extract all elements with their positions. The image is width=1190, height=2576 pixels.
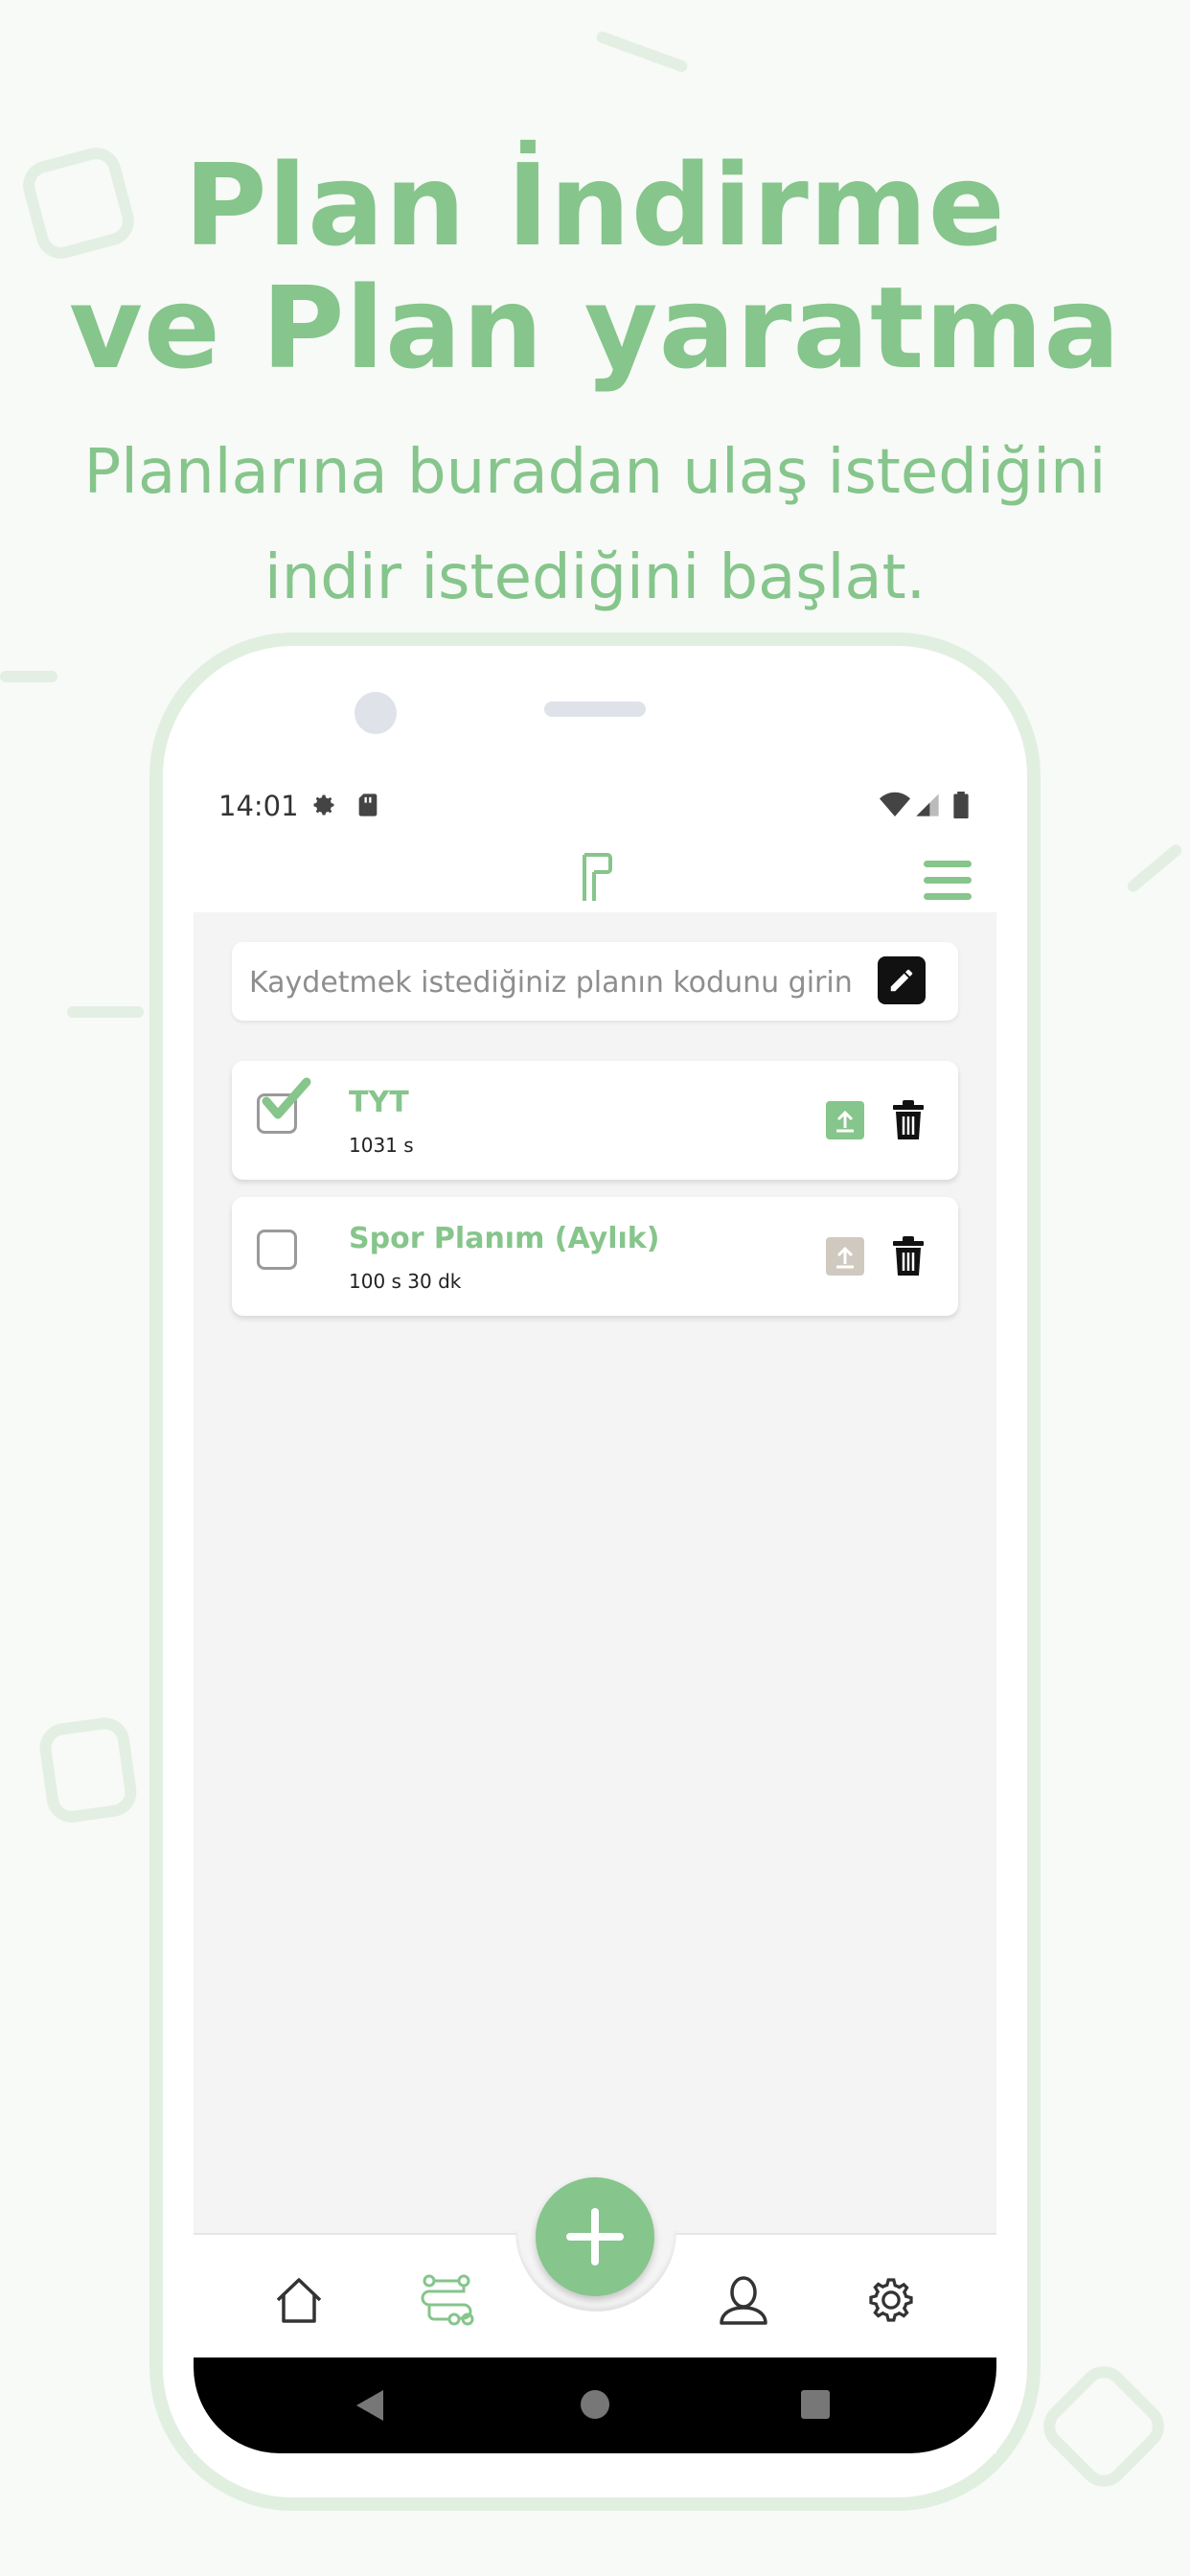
settings-icon[interactable] [862, 2271, 920, 2329]
plan-card[interactable]: Spor Planım (Aylık) 100 s 30 dk [232, 1197, 958, 1316]
status-time: 14:01 [218, 790, 299, 822]
bg-decoration [36, 1714, 140, 1827]
app-bar [194, 843, 996, 912]
upload-icon[interactable] [826, 1237, 864, 1276]
delete-trash-icon[interactable] [891, 1099, 926, 1141]
plans-route-icon[interactable] [418, 2271, 475, 2329]
edit-pencil-icon[interactable] [878, 956, 926, 1004]
profile-icon[interactable] [715, 2271, 772, 2329]
settings-status-icon [310, 792, 337, 822]
add-plan-button[interactable] [536, 2177, 654, 2296]
headline-line-2: ve Plan yaratma [68, 262, 1122, 394]
app-screen: 14:01 Kaydetmek istediğiniz planın kodun… [194, 767, 996, 2453]
plans-content: TYT 1031 s Spor Planım (Aylık) 100 s 30 … [194, 912, 996, 2233]
battery-icon [952, 792, 970, 822]
system-navigation-bar [194, 2358, 996, 2453]
wifi-icon [880, 792, 910, 822]
bg-decoration [1125, 841, 1184, 895]
back-icon[interactable] [355, 2388, 385, 2426]
recents-icon[interactable] [799, 2388, 832, 2425]
plan-duration: 1031 s [349, 1134, 414, 1157]
phone-speaker [544, 702, 646, 717]
home-icon[interactable] [270, 2271, 328, 2329]
plan-name: TYT [349, 1086, 409, 1119]
plan-checkbox-unchecked[interactable] [257, 1230, 297, 1270]
bg-decoration [594, 30, 690, 74]
subheadline-line-2: indir istediğini başlat. [263, 542, 927, 613]
plan-card[interactable]: TYT 1031 s [232, 1061, 958, 1180]
plan-name: Spor Planım (Aylık) [349, 1222, 660, 1255]
page-subheadline: Planlarına buradan ulaş istediğini indir… [0, 420, 1190, 631]
plan-logo-icon [581, 853, 613, 907]
subheadline-line-1: Planlarına buradan ulaş istediğini [83, 437, 1107, 508]
bg-decoration [1033, 2356, 1175, 2497]
page-headline: Plan İndirme ve Plan yaratma [0, 144, 1190, 389]
bg-decoration [0, 671, 57, 682]
sd-card-icon [356, 792, 379, 822]
hamburger-menu-icon[interactable] [924, 861, 972, 909]
headline-line-1: Plan İndirme [184, 139, 1006, 271]
add-icon [566, 2208, 624, 2266]
plan-duration: 100 s 30 dk [349, 1270, 462, 1293]
delete-trash-icon[interactable] [891, 1235, 926, 1277]
front-camera [355, 692, 397, 734]
plan-code-input[interactable] [247, 942, 864, 1023]
status-bar: 14:01 [194, 767, 996, 843]
upload-icon[interactable] [826, 1101, 864, 1139]
signal-icon [914, 792, 941, 822]
bg-decoration [67, 1006, 144, 1018]
check-mark-icon [262, 1077, 311, 1119]
home-circle-icon[interactable] [579, 2388, 611, 2425]
plan-code-input-card [232, 942, 958, 1023]
